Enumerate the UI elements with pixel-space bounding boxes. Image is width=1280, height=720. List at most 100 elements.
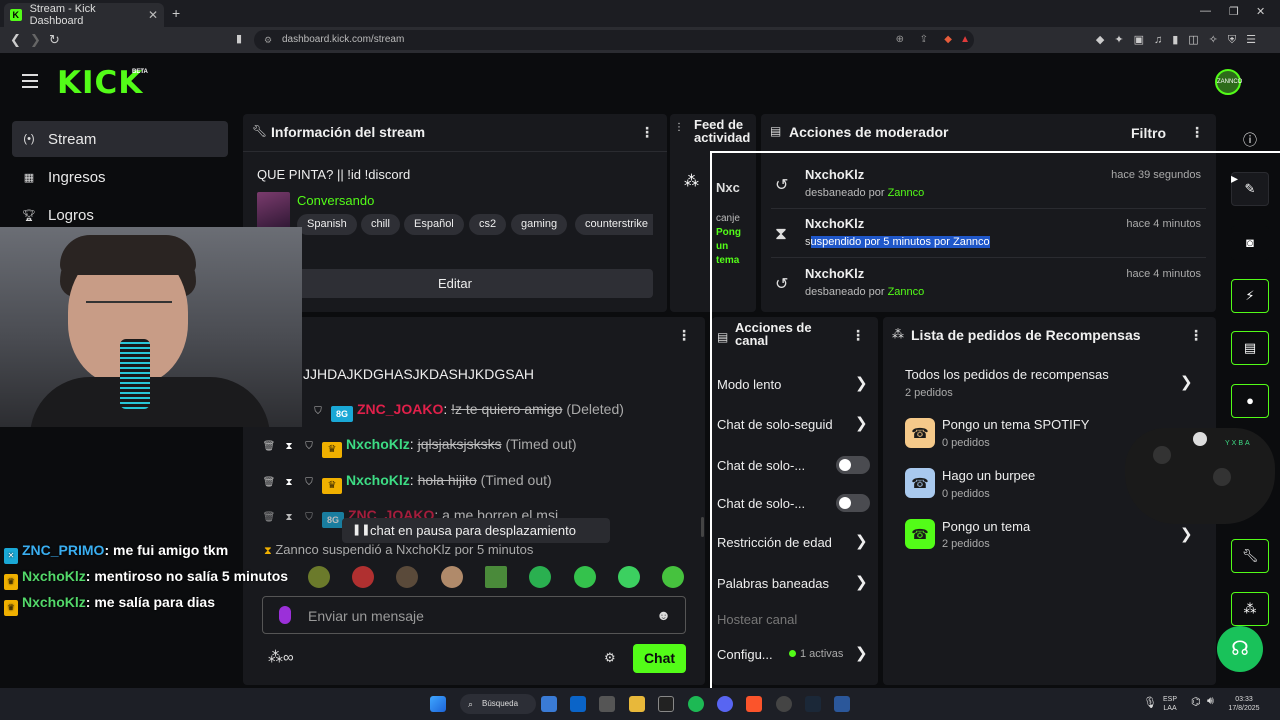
- language-indicator[interactable]: ESP LAA: [1163, 695, 1177, 713]
- overlay-crown-icon: ♛: [4, 600, 18, 616]
- trophy-icon: 🏆︎: [22, 209, 36, 222]
- shield-icon[interactable]: ⛉: [302, 441, 316, 452]
- help-headset-button[interactable]: ☊: [1217, 626, 1263, 672]
- zoom-icon[interactable]: ⊕: [896, 30, 904, 50]
- sidebar-item-stream[interactable]: (•) Stream: [12, 121, 228, 157]
- microphone-icon[interactable]: [279, 606, 291, 624]
- forward-icon[interactable]: ❯: [30, 32, 41, 48]
- volume-icon[interactable]: 🔊︎: [1207, 695, 1214, 708]
- emote-icon[interactable]: [441, 566, 463, 588]
- emote-icon[interactable]: [662, 566, 684, 588]
- feed-icon: ⋮: [674, 122, 684, 133]
- clock[interactable]: 03:33 17/8/2025: [1224, 695, 1264, 713]
- message-input-box[interactable]: ☻: [262, 596, 686, 634]
- message-input[interactable]: [308, 606, 638, 626]
- emote-icon[interactable]: [618, 566, 640, 588]
- chat-status: (Timed out): [505, 436, 577, 452]
- taskbar-search[interactable]: ⌕ Búsqueda: [460, 694, 536, 714]
- kick-logo[interactable]: KICK: [57, 65, 143, 101]
- browser-tab[interactable]: K Stream - Kick Dashboard ✕: [4, 3, 164, 27]
- timeout-icon[interactable]: ⧗: [282, 477, 296, 488]
- feed-title: Feed de actividad: [694, 118, 750, 144]
- more-options-icon[interactable]: ⋮: [1190, 124, 1204, 141]
- brave-shield-icon[interactable]: ◆: [944, 30, 952, 50]
- timeout-icon[interactable]: ⧗: [282, 441, 296, 452]
- kick-header: KICK BETA ZANNCO: [0, 53, 1280, 113]
- steam-icon[interactable]: [805, 696, 821, 712]
- chart-icon: ▦: [23, 171, 35, 184]
- notes-rail-button[interactable]: ▤: [1231, 331, 1269, 365]
- chat-username[interactable]: NxchoKlz: [346, 472, 410, 488]
- user-avatar[interactable]: ZANNCO: [1215, 69, 1242, 95]
- feed-users-icon: ⁂: [684, 173, 699, 190]
- wrench-rail-button[interactable]: 🔧︎: [1231, 539, 1269, 573]
- site-info-icon[interactable]: ⚙: [264, 30, 272, 50]
- minimize-icon[interactable]: —: [1200, 5, 1211, 17]
- timeout-icon[interactable]: ⧗: [282, 512, 296, 523]
- sidebar-item-ingresos[interactable]: ▦ Ingresos: [12, 159, 228, 195]
- category-thumbnail[interactable]: [257, 192, 290, 232]
- info-icon[interactable]: ⓘ: [1243, 130, 1257, 150]
- url-field[interactable]: ⚙ dashboard.kick.com/stream ⊕ ⇪ ◆ ▲: [254, 30, 974, 50]
- chat-settings-icon[interactable]: ⚙: [604, 650, 616, 666]
- maximize-icon[interactable]: ❐: [1229, 5, 1239, 18]
- infinity-icon[interactable]: ⁂∞: [268, 648, 294, 666]
- obs-icon[interactable]: [776, 696, 792, 712]
- network-icon[interactable]: ⌬: [1191, 695, 1201, 708]
- shield-icon[interactable]: ⛉: [311, 406, 325, 417]
- close-tab-icon[interactable]: ✕: [148, 8, 158, 22]
- store-icon[interactable]: [599, 696, 615, 712]
- chat-rail-button[interactable]: ●: [1231, 384, 1269, 418]
- share-icon[interactable]: ⇪: [920, 30, 928, 50]
- chat-username[interactable]: ZNC_JOAKO: [357, 401, 443, 417]
- timeout-icon: ⧗: [264, 545, 272, 556]
- epic-icon[interactable]: [658, 696, 674, 712]
- sidebar-item-label: Stream: [48, 130, 97, 148]
- reload-icon[interactable]: ↻: [49, 32, 60, 48]
- lightning-rail-button[interactable]: ⚡︎: [1231, 279, 1269, 313]
- chat-options-icon[interactable]: ⋮: [677, 327, 691, 344]
- delete-icon[interactable]: 🗑︎: [262, 512, 276, 523]
- weather-icon[interactable]: [541, 696, 557, 712]
- discord-icon[interactable]: [717, 696, 733, 712]
- extension-icons[interactable]: ◆✦▣♫▮◫✧⛨☰: [1096, 33, 1266, 47]
- category-name[interactable]: Conversando: [297, 193, 374, 208]
- windows-taskbar: ⌕ Búsqueda 🎙︎ ESP LAA ⌬ 🔊︎ 03:33 17/8/2025: [0, 688, 1280, 720]
- windows-start-icon[interactable]: [430, 696, 446, 712]
- shield-icon[interactable]: ⛉: [302, 512, 316, 523]
- spotify-icon[interactable]: [688, 696, 704, 712]
- emote-icon[interactable]: [574, 566, 596, 588]
- send-chat-button[interactable]: Chat: [633, 644, 686, 673]
- delete-icon[interactable]: 🗑︎: [262, 477, 276, 488]
- brave-rewards-icon[interactable]: ▲: [960, 30, 970, 50]
- shield-icon[interactable]: ⛉: [302, 477, 316, 488]
- filter-button[interactable]: Filtro: [1131, 125, 1166, 141]
- word-icon[interactable]: [834, 696, 850, 712]
- camera-rail-button[interactable]: ◙: [1231, 226, 1269, 260]
- outlook-icon[interactable]: [570, 696, 586, 712]
- face-buttons-icon: YXBA: [1225, 440, 1252, 447]
- emote-icon[interactable]: [396, 566, 418, 588]
- emoji-icon[interactable]: ☻: [656, 607, 671, 623]
- chat-paused-button[interactable]: ❚❚ chat en pausa para desplazamiento: [342, 518, 610, 543]
- mic-tray-icon[interactable]: 🎙︎: [1143, 696, 1157, 709]
- delete-icon[interactable]: 🗑︎: [262, 441, 276, 452]
- brave-icon[interactable]: [746, 696, 762, 712]
- new-tab-icon[interactable]: +: [172, 5, 180, 21]
- chat-line-partial: JJHDAJKDGHASJKDASHJKDGSAH: [303, 366, 535, 382]
- bookmark-icon[interactable]: ▮: [236, 32, 242, 45]
- chat-username[interactable]: NxchoKlz: [346, 436, 410, 452]
- users-rail-button[interactable]: ⁂: [1231, 592, 1269, 626]
- back-icon[interactable]: ❮: [10, 32, 21, 48]
- overlay-text: : me salía para dias: [85, 594, 215, 610]
- emote-icon[interactable]: [352, 566, 374, 588]
- emote-icon[interactable]: [485, 566, 507, 588]
- emote-icon[interactable]: [529, 566, 551, 588]
- emote-icon[interactable]: [308, 566, 330, 588]
- menu-icon[interactable]: [22, 74, 38, 88]
- chat-scrollbar[interactable]: [701, 517, 704, 537]
- edit-button[interactable]: Editar: [257, 269, 653, 298]
- explorer-icon[interactable]: [629, 696, 645, 712]
- more-options-icon[interactable]: ⋮: [640, 124, 654, 141]
- close-window-icon[interactable]: ✕: [1256, 5, 1265, 18]
